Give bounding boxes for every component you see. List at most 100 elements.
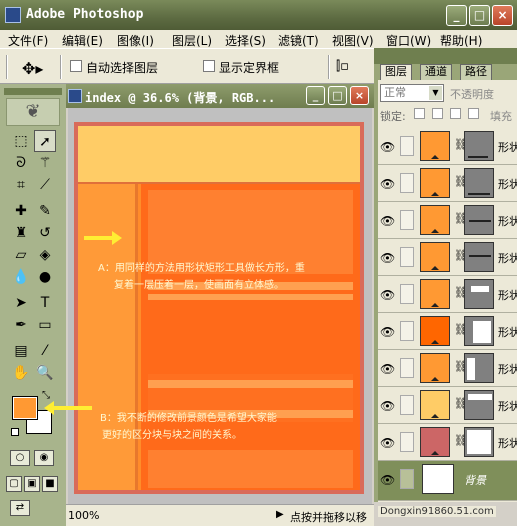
- notes-tool-icon[interactable]: ▤: [10, 340, 32, 362]
- layer-row[interactable]: 👁 ⛓ 形状: [378, 313, 517, 350]
- layer-thumbnail: [420, 131, 450, 161]
- eye-icon[interactable]: 👁: [380, 140, 395, 154]
- default-colors-icon[interactable]: [11, 428, 19, 436]
- tab-layers[interactable]: 图层: [380, 64, 412, 80]
- close-button[interactable]: ×: [492, 5, 513, 26]
- lock-all-checkbox[interactable]: [468, 108, 479, 119]
- eye-icon[interactable]: 👁: [380, 362, 395, 376]
- eyedropper-tool-icon[interactable]: ⁄: [34, 340, 56, 362]
- doc-minimize-button[interactable]: _: [306, 86, 325, 105]
- lasso-tool-icon[interactable]: ᘐ: [10, 152, 32, 174]
- swap-colors-icon[interactable]: ⤡: [42, 390, 50, 401]
- eye-icon[interactable]: 👁: [380, 399, 395, 413]
- layer-link-box[interactable]: [400, 210, 414, 230]
- background-layer-row[interactable]: 👁 背景: [378, 461, 517, 501]
- doc-close-button[interactable]: ×: [350, 86, 369, 105]
- content-pane-bottom: [148, 450, 353, 488]
- layer-link-box[interactable]: [400, 173, 414, 193]
- layer-row[interactable]: 👁 ⛓ 形状: [378, 424, 517, 461]
- foreground-color-swatch[interactable]: [12, 396, 38, 420]
- path-selection-tool-icon[interactable]: ➤: [10, 292, 32, 314]
- crop-tool-icon[interactable]: ⌗: [10, 174, 32, 196]
- separator: [328, 55, 330, 79]
- move-tool-icon[interactable]: ➚: [34, 130, 56, 152]
- lock-image-checkbox[interactable]: [432, 108, 443, 119]
- eye-icon[interactable]: 👁: [380, 214, 395, 228]
- layer-row[interactable]: 👁 ⛓ 形状: [378, 350, 517, 387]
- magic-wand-tool-icon[interactable]: ⚚: [34, 152, 56, 174]
- layers-panel-header[interactable]: [374, 48, 517, 64]
- menu-help[interactable]: 帮助(H): [440, 32, 482, 49]
- status-menu-arrow-icon[interactable]: ▶: [276, 509, 284, 520]
- paint-bucket-tool-icon[interactable]: ◈: [34, 244, 56, 266]
- align-icon[interactable]: ⫿▫: [336, 59, 349, 74]
- layer-link-box[interactable]: [400, 358, 414, 378]
- slice-tool-icon[interactable]: ⟋: [34, 174, 56, 196]
- zoom-level[interactable]: 100%: [68, 509, 99, 522]
- eye-icon[interactable]: 👁: [380, 436, 395, 450]
- menu-window[interactable]: 窗口(W): [386, 32, 431, 49]
- lock-position-checkbox[interactable]: [450, 108, 461, 119]
- standard-mode-button[interactable]: ○: [10, 450, 30, 466]
- hand-tool-icon[interactable]: ✋: [10, 362, 32, 384]
- lock-transparency-checkbox[interactable]: [414, 108, 425, 119]
- eye-icon[interactable]: 👁: [380, 177, 395, 191]
- eye-icon[interactable]: 👁: [380, 288, 395, 302]
- layer-row[interactable]: 👁 ⛓ 形状: [378, 387, 517, 424]
- layer-link-box[interactable]: [400, 136, 414, 156]
- menu-view[interactable]: 视图(V): [332, 32, 374, 49]
- doc-maximize-button[interactable]: □: [328, 86, 347, 105]
- separator: [60, 55, 62, 79]
- zoom-tool-icon[interactable]: 🔍: [34, 362, 56, 384]
- layer-row[interactable]: 👁 ⛓ 形状: [378, 276, 517, 313]
- layer-link-box[interactable]: [400, 432, 414, 452]
- screen-mode-standard-button[interactable]: ▢: [6, 476, 22, 492]
- layer-row[interactable]: 👁 ⛓ 形状: [378, 128, 517, 165]
- layer-link-box[interactable]: [400, 395, 414, 415]
- layer-link-box[interactable]: [400, 321, 414, 341]
- menu-filter[interactable]: 滤镜(T): [278, 32, 319, 49]
- document-title-bar[interactable]: index @ 36.6% (背景, RGB... _ □ ×: [66, 84, 374, 108]
- menu-edit[interactable]: 编辑(E): [62, 32, 103, 49]
- clone-stamp-tool-icon[interactable]: ♜: [10, 222, 32, 244]
- screen-mode-menu-button[interactable]: ▣: [24, 476, 40, 492]
- layer-link-box[interactable]: [400, 284, 414, 304]
- pen-tool-icon[interactable]: ✒: [10, 314, 32, 336]
- eraser-tool-icon[interactable]: ▱: [10, 244, 32, 266]
- layer-link-box[interactable]: [400, 247, 414, 267]
- quick-mask-mode-button[interactable]: ◉: [34, 450, 54, 466]
- eye-icon[interactable]: 👁: [380, 251, 395, 265]
- adobe-feather-icon[interactable]: ❦: [6, 98, 60, 126]
- type-tool-icon[interactable]: T: [34, 292, 56, 314]
- eye-icon[interactable]: 👁: [380, 325, 395, 339]
- blend-mode-select[interactable]: 正常 ▼: [380, 84, 444, 102]
- move-tool-icon[interactable]: ✥▸: [22, 59, 43, 78]
- rectangle-tool-icon[interactable]: ▭: [34, 314, 56, 336]
- options-bar-grip: [6, 55, 8, 79]
- eye-icon[interactable]: 👁: [380, 473, 395, 487]
- menu-layer[interactable]: 图层(L): [172, 32, 212, 49]
- healing-brush-tool-icon[interactable]: ✚: [10, 200, 32, 222]
- left-column-block: [78, 184, 138, 490]
- tab-paths[interactable]: 路径: [460, 64, 492, 80]
- artwork-canvas[interactable]: A：用同样的方法用形状矩形工具做长方形，重 复着一层压着一层，使画面有立体感。 …: [74, 122, 364, 494]
- marquee-tool-icon[interactable]: ⬚: [10, 130, 32, 152]
- brush-tool-icon[interactable]: ✎: [34, 200, 56, 222]
- layer-row[interactable]: 👁 ⛓ 形状: [378, 202, 517, 239]
- minimize-button[interactable]: _: [446, 5, 467, 26]
- show-bounding-box-checkbox[interactable]: [203, 60, 215, 72]
- auto-select-layer-checkbox[interactable]: [70, 60, 82, 72]
- tab-channels[interactable]: 通道: [420, 64, 452, 80]
- layer-row[interactable]: 👁 ⛓ 形状: [378, 165, 517, 202]
- maximize-button[interactable]: □: [469, 5, 490, 26]
- menu-select[interactable]: 选择(S): [225, 32, 266, 49]
- jump-to-imageready-button[interactable]: ⇄: [10, 500, 30, 516]
- screen-mode-full-button[interactable]: ■: [42, 476, 58, 492]
- menu-file[interactable]: 文件(F): [8, 32, 48, 49]
- canvas-area[interactable]: A：用同样的方法用形状矩形工具做长方形，重 复着一层压着一层，使画面有立体感。 …: [68, 108, 372, 504]
- menu-image[interactable]: 图像(I): [117, 32, 154, 49]
- dodge-tool-icon[interactable]: ●: [34, 266, 56, 288]
- blur-tool-icon[interactable]: 💧: [10, 266, 32, 288]
- history-brush-tool-icon[interactable]: ↺: [34, 222, 56, 244]
- layer-row[interactable]: 👁 ⛓ 形状: [378, 239, 517, 276]
